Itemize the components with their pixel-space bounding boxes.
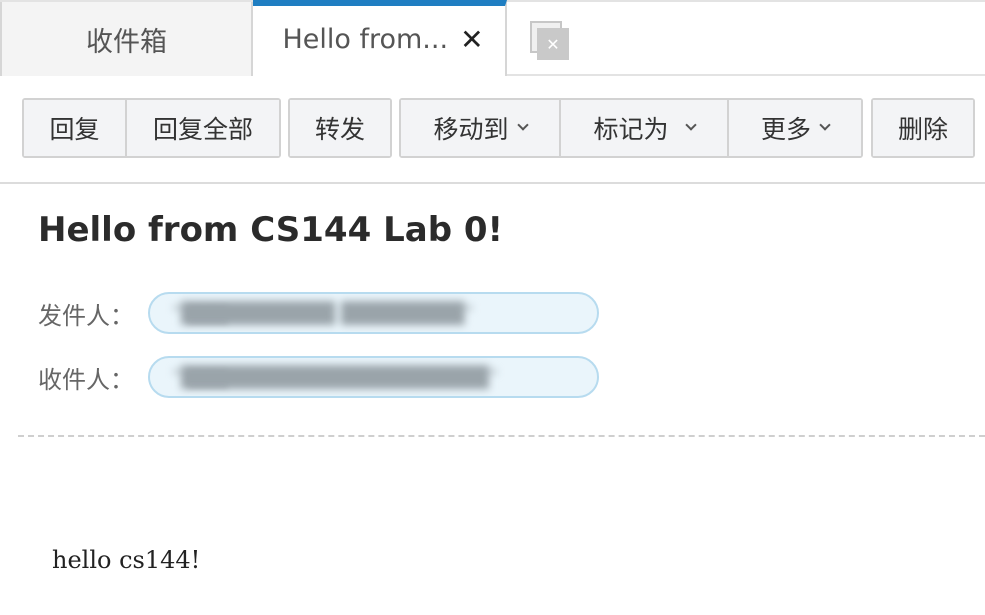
sender-address-pill[interactable]: "██████████ ████████" bbox=[148, 292, 599, 334]
window-front-shape: ✕ bbox=[537, 28, 569, 60]
header-divider bbox=[18, 435, 985, 437]
delete-button[interactable]: 删除 bbox=[873, 100, 973, 156]
mark-as-label: 标记为 bbox=[593, 115, 669, 144]
chevron-down-icon bbox=[516, 119, 529, 131]
recipient-label: 收件人： bbox=[38, 365, 134, 394]
tab-mail-hello[interactable]: Hello from... ✕ bbox=[253, 0, 507, 76]
reply-all-button-label: 回复全部 bbox=[152, 115, 253, 144]
mail-subject: Hello from CS144 Lab 0! bbox=[38, 210, 504, 250]
delete-button-label: 删除 bbox=[897, 115, 948, 144]
move-to-label: 移动到 bbox=[433, 115, 509, 144]
chevron-down-icon bbox=[684, 119, 697, 131]
recipient-row: 收件人： "████████████████████" bbox=[38, 356, 599, 398]
forward-button[interactable]: 转发 bbox=[290, 100, 390, 156]
action-button-group: 移动到 标记为 更多 bbox=[399, 98, 863, 158]
mark-as-dropdown[interactable]: 标记为 bbox=[559, 100, 727, 156]
sender-address: "██████████ ████████" bbox=[172, 301, 474, 325]
tab-bar: 收件箱 Hello from... ✕ ✕ bbox=[0, 0, 985, 76]
reply-all-button[interactable]: 回复全部 bbox=[125, 100, 279, 156]
more-dropdown[interactable]: 更多 bbox=[727, 100, 861, 156]
forward-button-label: 转发 bbox=[314, 115, 365, 144]
move-to-dropdown[interactable]: 移动到 bbox=[401, 100, 559, 156]
close-icon[interactable]: ✕ bbox=[460, 23, 483, 56]
reply-button-label: 回复 bbox=[49, 115, 100, 144]
mail-body: hello cs144! bbox=[52, 546, 201, 574]
reply-button-group: 回复 回复全部 bbox=[22, 98, 281, 158]
sender-row: 发件人： "██████████ ████████" bbox=[38, 292, 599, 334]
sender-label: 发件人： bbox=[38, 301, 134, 330]
mail-toolbar: 回复 回复全部 转发 移动到 标记为 更多 删除 bbox=[0, 76, 985, 184]
recipient-address: "████████████████████" bbox=[172, 365, 499, 389]
close-all-tabs-icon[interactable]: ✕ bbox=[530, 21, 570, 61]
more-label: 更多 bbox=[760, 115, 811, 144]
chevron-down-icon bbox=[819, 119, 831, 131]
reply-button[interactable]: 回复 bbox=[24, 100, 125, 156]
forward-button-group: 转发 bbox=[288, 98, 392, 158]
delete-button-group: 删除 bbox=[871, 98, 975, 158]
tab-inbox[interactable]: 收件箱 bbox=[0, 2, 253, 76]
tab-inbox-label: 收件箱 bbox=[86, 26, 167, 58]
recipient-address-pill[interactable]: "████████████████████" bbox=[148, 356, 599, 398]
tab-mail-label: Hello from... bbox=[282, 23, 449, 55]
